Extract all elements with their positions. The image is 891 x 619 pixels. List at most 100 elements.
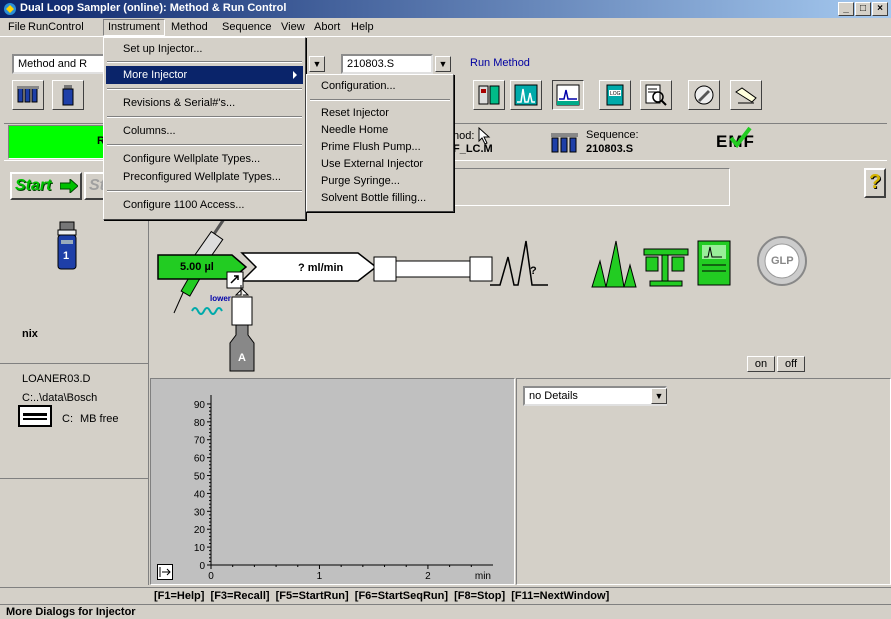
flow-rate: ? ml/min: [298, 262, 344, 274]
menu-item-label: More Injector: [123, 69, 188, 81]
menu-item-revisions[interactable]: Revisions & Serial#'s...: [106, 94, 303, 112]
y-tick-label: 20: [194, 525, 206, 536]
menu-separator: [107, 116, 302, 118]
submenu-item-reset-injector[interactable]: Reset Injector: [309, 104, 451, 122]
details-combo-arrow[interactable]: ▼: [651, 388, 667, 404]
submenu-item-use-external-injector[interactable]: Use External Injector: [309, 155, 451, 173]
balance-icon: [643, 248, 689, 287]
peaks-unknown-icon: [490, 240, 548, 286]
signal-chart: 0 10 20 30 40 50 60 70 80 90 0 1 2 min: [194, 395, 493, 582]
glp-label: GLP: [771, 255, 794, 267]
log-book-icon: LOG: [606, 84, 624, 106]
pen-sign-icon: [735, 87, 757, 104]
data-path: C:..\data\Bosch: [22, 392, 98, 404]
solvent-label: A: [238, 352, 246, 364]
column-unknown: ?: [530, 265, 537, 277]
view-combo[interactable]: Method and R: [12, 54, 108, 74]
start-button[interactable]: Start: [10, 172, 82, 200]
y-tick-label: 50: [194, 472, 206, 483]
method-view-button[interactable]: [552, 80, 584, 110]
menu-bar: File RunControl Instrument Method Sequen…: [0, 18, 891, 36]
more-injector-submenu: Configuration... Reset Injector Needle H…: [306, 74, 454, 212]
help-label: ?: [869, 171, 882, 193]
menu-item-configure-wellplate[interactable]: Configure Wellplate Types...: [106, 150, 303, 168]
x-tick-label: 1: [317, 571, 323, 582]
x-tick-label: 2: [425, 571, 431, 582]
sequence-value: 210803.S: [586, 143, 634, 155]
function-key-bar: [F1=Help] [F3=Recall] [F5=StartRun] [F6=…: [150, 589, 891, 603]
sequence-vials-button[interactable]: [12, 80, 44, 110]
method-label: hod:: [453, 130, 475, 142]
instrument-icon: [478, 85, 500, 105]
x-tick-label: 0: [208, 571, 214, 582]
window-title: Dual Loop Sampler (online): Method & Run…: [20, 2, 287, 14]
instrument-menu: Set up Injector... More Injector Revisio…: [103, 37, 306, 220]
menu-separator: [310, 99, 450, 101]
y-tick-label: 10: [194, 543, 206, 554]
submenu-item-configuration[interactable]: Configuration...: [309, 77, 451, 95]
on-button[interactable]: on: [747, 356, 775, 372]
y-tick-label: 90: [194, 400, 206, 411]
help-button[interactable]: ?: [864, 168, 886, 198]
menu-sequence[interactable]: Sequence: [218, 20, 276, 35]
chromatogram-icon: [514, 84, 538, 106]
schematic-panel: 5.00 µl ? ml/min ? GLP lower A on off: [150, 205, 891, 377]
single-vial-button[interactable]: [52, 80, 84, 110]
method-icon: [556, 84, 580, 106]
log-button[interactable]: LOG: [599, 80, 631, 110]
menu-method[interactable]: Method: [167, 20, 212, 35]
menu-separator: [107, 88, 302, 90]
y-tick-label: 30: [194, 507, 206, 518]
combo-dropdown-arrow[interactable]: ▼: [309, 56, 325, 72]
off-button[interactable]: off: [777, 356, 805, 372]
y-tick-label: 40: [194, 489, 206, 500]
zoom-toggle-button[interactable]: [157, 564, 173, 580]
submenu-item-prime-flush-pump[interactable]: Prime Flush Pump...: [309, 138, 451, 156]
arrow-right-icon: [60, 179, 78, 193]
menu-view[interactable]: View: [277, 20, 309, 35]
menu-separator: [107, 144, 302, 146]
check-mark-icon: [729, 126, 752, 149]
tools-icon: [694, 85, 714, 105]
menu-instrument[interactable]: Instrument: [103, 19, 165, 36]
menu-item-setup-injector[interactable]: Set up Injector...: [106, 40, 303, 58]
menu-abort[interactable]: Abort: [310, 20, 344, 35]
close-button[interactable]: ×: [872, 2, 888, 16]
divider: [0, 478, 149, 479]
start-label: Start: [15, 177, 52, 194]
details-combo[interactable]: no Details: [523, 386, 667, 406]
menu-item-columns[interactable]: Columns...: [106, 122, 303, 140]
chromatogram-view-button[interactable]: [510, 80, 542, 110]
vials-icon: [17, 86, 39, 103]
y-tick-label: 70: [194, 436, 206, 447]
vial-icon: [62, 85, 74, 106]
menu-runcontrol[interactable]: RunControl: [24, 20, 88, 35]
title-bar: Dual Loop Sampler (online): Method & Run…: [0, 0, 891, 18]
disk-free: MB free: [80, 413, 119, 425]
run-method-label: Run Method: [470, 57, 530, 69]
mouse-cursor-icon: [478, 127, 491, 145]
menu-item-configure-1100[interactable]: Configure 1100 Access...: [106, 196, 303, 214]
instrument-view-button[interactable]: [473, 80, 505, 110]
detail-panel: no Details ▼: [516, 378, 891, 585]
submenu-item-needle-home[interactable]: Needle Home: [309, 121, 451, 139]
maximize-button[interactable]: □: [855, 2, 871, 16]
status-bar: More Dialogs for Injector: [0, 604, 891, 619]
y-tick-label: 0: [199, 561, 205, 572]
menu-item-preconfigured-wellplate[interactable]: Preconfigured Wellplate Types...: [106, 168, 303, 186]
sequence-combo[interactable]: 210803.S: [341, 54, 433, 74]
sign-button[interactable]: [730, 80, 762, 110]
menu-help[interactable]: Help: [347, 20, 378, 35]
minimize-button[interactable]: _: [838, 2, 854, 16]
submenu-item-solvent-bottle-filling[interactable]: Solvent Bottle filling...: [309, 189, 451, 207]
tools-button[interactable]: [688, 80, 720, 110]
divider: [0, 587, 891, 588]
report-preview-button[interactable]: [640, 80, 672, 110]
menu-item-more-injector[interactable]: More Injector: [106, 66, 303, 84]
coil-icon: [191, 307, 223, 315]
menu-separator: [107, 61, 302, 63]
app-icon: [4, 3, 16, 15]
sequence-combo-arrow[interactable]: ▼: [435, 56, 451, 72]
submenu-item-purge-syringe[interactable]: Purge Syringe...: [309, 172, 451, 190]
svg-text:LOG: LOG: [610, 91, 621, 97]
